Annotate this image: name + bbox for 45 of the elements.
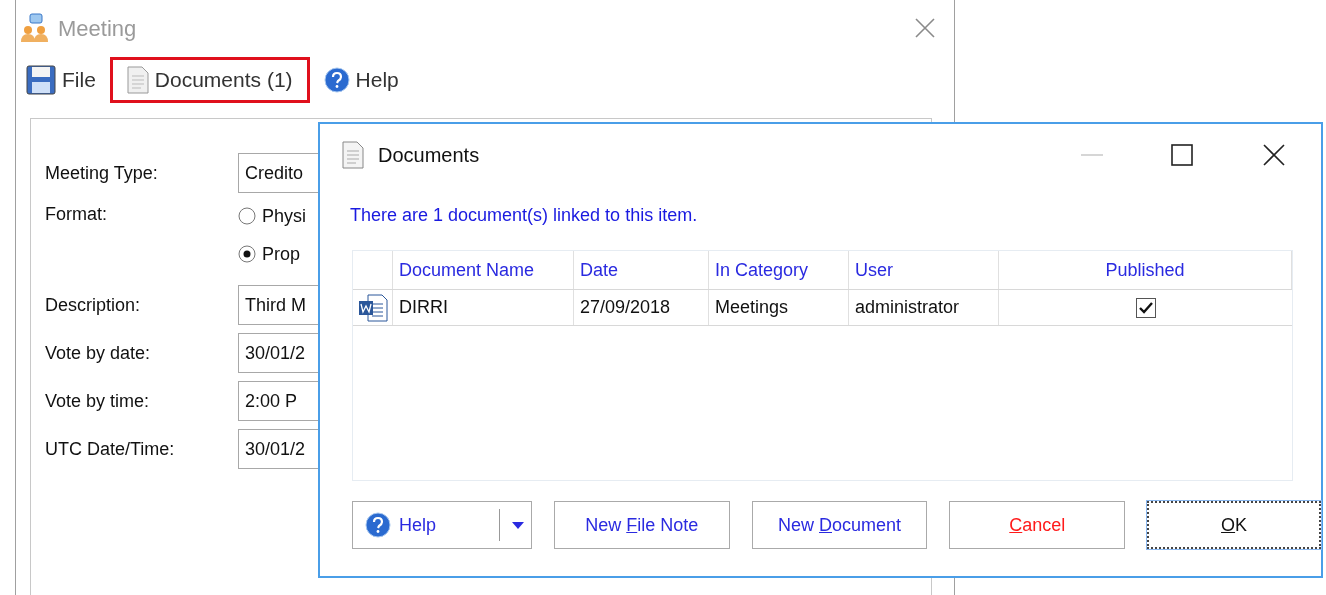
- field-label: Vote by date:: [45, 341, 152, 365]
- toolbar-button[interactable]: Help: [319, 57, 403, 103]
- input-field[interactable]: 30/01/2: [238, 333, 320, 373]
- dialog-button[interactable]: New Document: [751, 501, 928, 549]
- table-cell: 27/09/2018: [574, 290, 709, 325]
- field-label: Format:: [45, 203, 108, 226]
- close-icon[interactable]: [1263, 144, 1285, 166]
- radio-label: Physi: [262, 204, 306, 228]
- table-cell: Meetings: [709, 290, 849, 325]
- help-icon: [323, 67, 350, 93]
- table-cell: DIRRI: [393, 290, 574, 325]
- column-header[interactable]: Date: [574, 251, 709, 289]
- dialog-button[interactable]: New File Note: [553, 501, 730, 549]
- document-icon: [126, 66, 149, 94]
- radio-button[interactable]: [238, 245, 256, 263]
- dialog-title: Documents: [378, 143, 480, 168]
- help-button[interactable]: Help: [352, 501, 532, 549]
- people-icon: [20, 13, 50, 43]
- column-header[interactable]: In Category: [709, 251, 849, 289]
- toolbar-button[interactable]: File: [22, 57, 100, 103]
- field-label: Vote by time:: [45, 389, 151, 413]
- column-header[interactable]: Document Name: [393, 251, 574, 289]
- checkbox[interactable]: [1135, 297, 1156, 318]
- input-field[interactable]: Credito: [238, 153, 320, 193]
- dialog-button[interactable]: OK: [1147, 501, 1321, 549]
- input-field[interactable]: Third M: [238, 285, 320, 325]
- info-text: There are 1 document(s) linked to this item.: [349, 204, 699, 227]
- input-field[interactable]: 2:00 P: [238, 381, 320, 421]
- word-document-icon: [357, 293, 388, 322]
- radio-button[interactable]: [238, 207, 256, 225]
- maximize-icon[interactable]: [1171, 144, 1193, 166]
- field-label: Meeting Type:: [45, 161, 159, 185]
- input-field[interactable]: 30/01/2: [238, 429, 320, 469]
- dialog-button[interactable]: Cancel: [949, 501, 1126, 549]
- window-title: Meeting: [58, 14, 137, 43]
- help-icon: [365, 512, 391, 538]
- toolbar-button[interactable]: Documents (1): [109, 57, 310, 103]
- radio-label: Prop: [262, 242, 301, 266]
- table-cell: administrator: [849, 290, 999, 325]
- column-header[interactable]: User: [849, 251, 999, 289]
- caret-icon[interactable]: [512, 521, 524, 529]
- document-icon: [342, 141, 364, 169]
- column-header[interactable]: Published: [999, 251, 1292, 289]
- field-label: Description:: [45, 293, 142, 317]
- field-label: UTC Date/Time:: [45, 437, 176, 461]
